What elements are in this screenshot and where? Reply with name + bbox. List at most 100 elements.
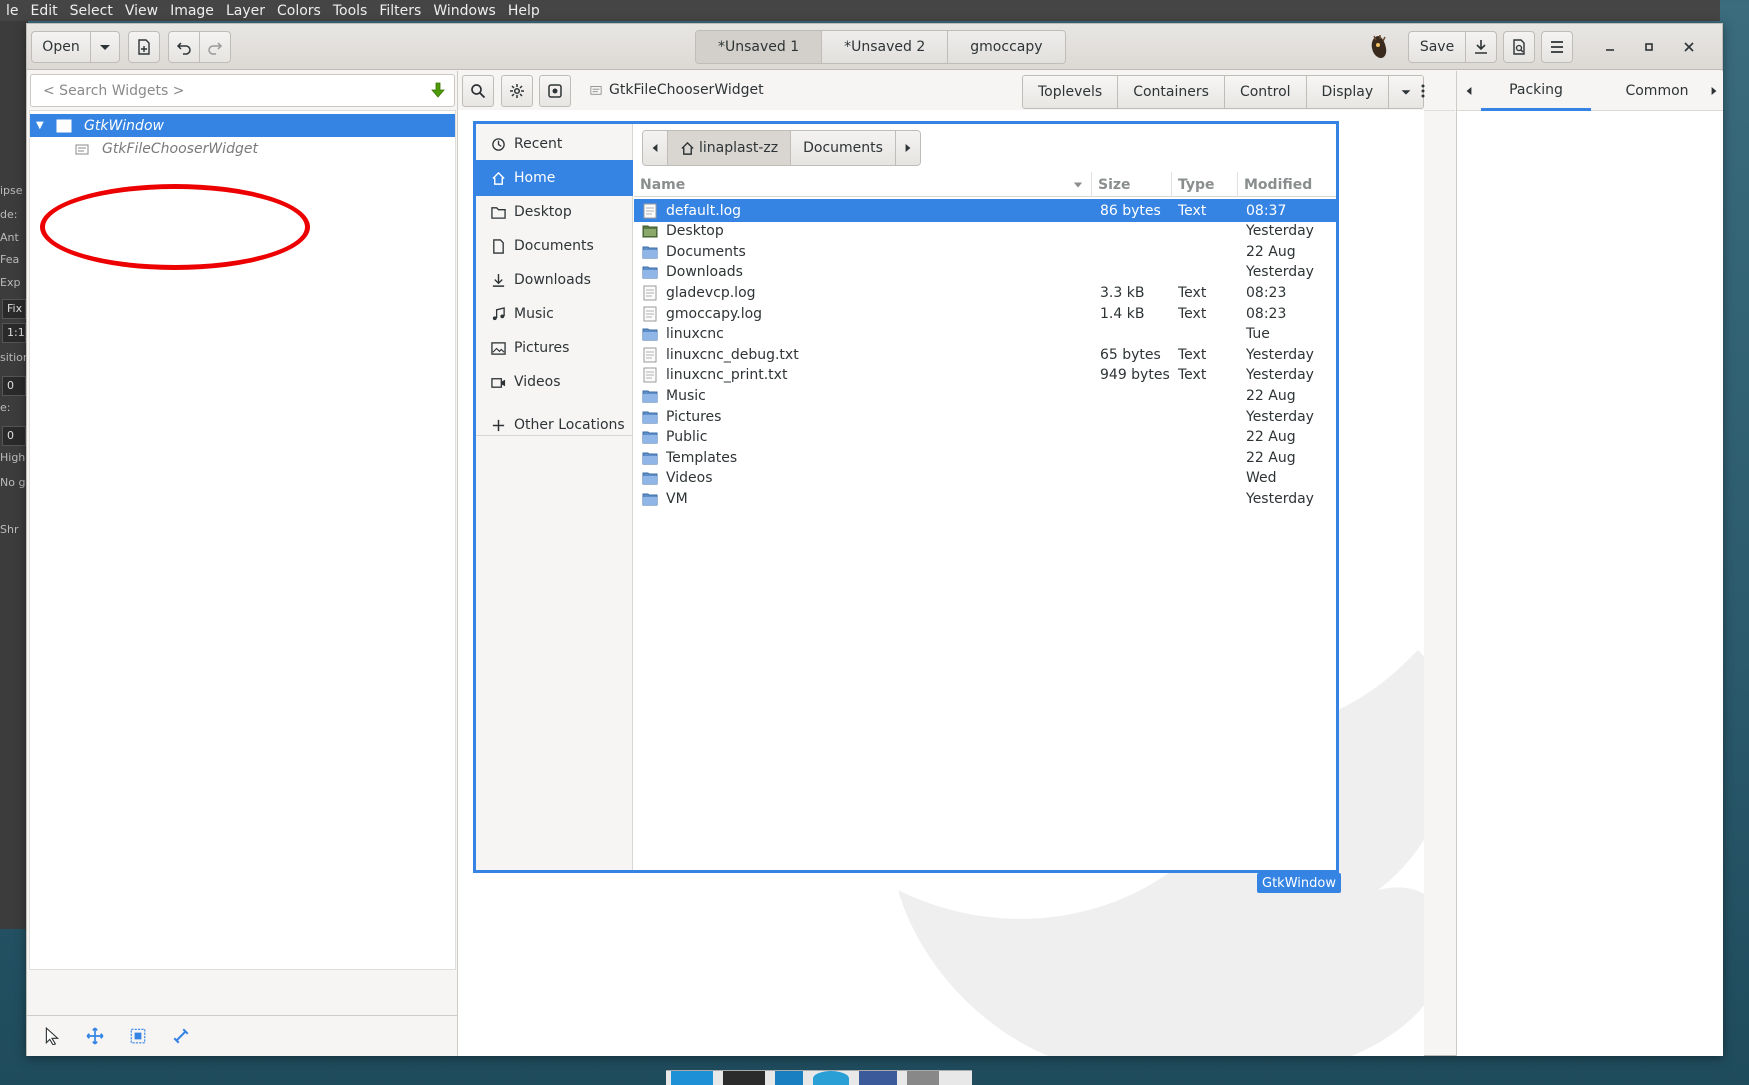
file-row[interactable]: Music 22 Aug	[634, 384, 1336, 407]
file-row[interactable]: Videos Wed	[634, 467, 1336, 490]
minimize-button[interactable]	[1599, 36, 1621, 58]
search-widgets-input[interactable]: < Search Widgets >	[30, 74, 455, 107]
gimp-tool-option[interactable]: 0	[2, 426, 26, 446]
gimp-menu-item[interactable]: Colors	[271, 3, 327, 19]
file-row[interactable]: Desktop Yesterday	[634, 220, 1336, 243]
clock-icon	[490, 136, 506, 152]
place-home[interactable]: Home	[476, 160, 633, 196]
file-row[interactable]: Pictures Yesterday	[634, 405, 1336, 428]
hamburger-menu-icon	[1551, 41, 1563, 53]
go-down-arrow-icon[interactable]	[430, 82, 446, 98]
gimp-menu-item[interactable]: le	[0, 3, 25, 19]
column-header-name[interactable]: Name	[634, 172, 1092, 197]
place-downloads[interactable]: Downloads	[476, 262, 633, 298]
tab-gmoccapy[interactable]: gmoccapy	[948, 31, 1065, 63]
redo-button[interactable]	[199, 31, 231, 63]
gimp-menu-item[interactable]: Select	[64, 3, 119, 19]
browser-icon[interactable]	[813, 1071, 849, 1085]
column-header-type[interactable]: Type	[1172, 172, 1238, 197]
place-pictures[interactable]: Pictures	[476, 330, 633, 366]
tab-packing[interactable]: Packing	[1481, 71, 1591, 111]
palette-tab-toplevels[interactable]: Toplevels	[1023, 76, 1119, 108]
tab-unsaved-1[interactable]: *Unsaved 1	[696, 31, 823, 63]
new-project-button[interactable]	[128, 31, 160, 63]
column-header-size[interactable]: Size	[1092, 172, 1172, 197]
text-file-icon	[643, 347, 657, 363]
margin-edit-mode-button[interactable]	[127, 1025, 149, 1047]
gimp-menu-item[interactable]: Tools	[327, 3, 374, 19]
gimp-menu-item[interactable]: View	[119, 3, 164, 19]
column-header-modified[interactable]: Modified	[1238, 172, 1336, 197]
path-forward-button[interactable]	[895, 131, 920, 165]
drag-resize-mode-button[interactable]	[84, 1025, 106, 1047]
search-icon	[471, 84, 486, 99]
gimp-menu-item[interactable]: Edit	[25, 3, 64, 19]
gimp-menu-item[interactable]: Help	[502, 3, 546, 19]
widget-preview-button[interactable]	[539, 75, 571, 107]
place-documents[interactable]: Documents	[476, 228, 633, 264]
file-row[interactable]: Templates 22 Aug	[634, 446, 1336, 469]
pointer-mode-button[interactable]	[41, 1025, 63, 1047]
files-icon[interactable]	[775, 1071, 803, 1085]
expander-arrow-icon[interactable]: ▼	[36, 120, 46, 131]
gimp-menu-item[interactable]: Layer	[220, 3, 271, 19]
place-music[interactable]: Music	[476, 296, 633, 332]
place-videos[interactable]: Videos	[476, 364, 633, 400]
gimp-menu-item[interactable]: Filters	[373, 3, 427, 19]
file-row[interactable]: gmoccapy.log 1.4 kB Text 08:23	[634, 302, 1336, 325]
place-label: Downloads	[514, 272, 591, 288]
close-button[interactable]	[1678, 36, 1700, 58]
gimp-tool-option: Shr	[0, 523, 19, 536]
terminal-icon[interactable]	[723, 1071, 765, 1085]
file-row[interactable]: linuxcnc_debug.txt 65 bytes Text Yesterday	[634, 343, 1336, 366]
gimp-tool-option[interactable]: 0	[2, 376, 26, 396]
maximize-icon	[1645, 43, 1653, 51]
place-desktop[interactable]: Desktop	[476, 194, 633, 230]
path-segment-home[interactable]: linaplast-zz	[668, 131, 792, 165]
path-segment-documents[interactable]: Documents	[791, 131, 896, 165]
file-row[interactable]: default.log 86 bytes Text 08:37	[634, 199, 1336, 222]
tree-row-gtkfilechooserwidget[interactable]: GtkFileChooserWidget	[30, 137, 455, 160]
alignment-edit-mode-button[interactable]	[170, 1025, 192, 1047]
preferences-button[interactable]	[501, 75, 533, 107]
palette-options-button[interactable]	[1407, 75, 1439, 107]
preview-button[interactable]	[1503, 31, 1535, 63]
undo-button[interactable]	[168, 31, 200, 63]
tabs-scroll-left-button[interactable]	[1459, 71, 1479, 111]
tree-row-gtkwindow[interactable]: ▼ GtkWindow	[30, 114, 455, 137]
file-row[interactable]: gladevcp.log 3.3 kB Text 08:23	[634, 281, 1336, 304]
place-recent[interactable]: Recent	[476, 126, 633, 162]
gimp-tool-option[interactable]: 1:1	[2, 323, 26, 343]
file-modified-cell: 22 Aug	[1246, 449, 1296, 466]
open-recent-dropdown-button[interactable]	[90, 31, 120, 63]
tab-common[interactable]: Common	[1597, 71, 1717, 111]
gimp-menu-item[interactable]: Windows	[427, 3, 502, 19]
gimp-menu-item[interactable]: Image	[164, 3, 220, 19]
file-row[interactable]: Public 22 Aug	[634, 426, 1336, 449]
palette-tab-control[interactable]: Control	[1224, 76, 1307, 108]
file-row[interactable]: linuxcnc Tue	[634, 323, 1336, 346]
save-button-label: Save	[1419, 39, 1455, 55]
file-size-cell: 86 bytes	[1100, 202, 1161, 219]
search-button[interactable]	[462, 75, 494, 107]
save-button[interactable]: Save	[1408, 31, 1466, 63]
window-list-icon[interactable]	[859, 1071, 897, 1085]
palette-tab-display[interactable]: Display	[1306, 76, 1390, 108]
tab-unsaved-2[interactable]: *Unsaved 2	[822, 31, 949, 63]
file-row[interactable]: linuxcnc_print.txt 949 bytes Text Yesterday	[634, 364, 1336, 387]
save-as-button[interactable]	[1465, 31, 1497, 63]
path-back-button[interactable]	[643, 131, 668, 165]
palette-tab-containers[interactable]: Containers	[1118, 76, 1225, 108]
place-other-locations[interactable]: Other Locations	[476, 407, 633, 443]
maximize-button[interactable]	[1638, 36, 1660, 58]
file-row[interactable]: VM Yesterday	[634, 487, 1336, 510]
taskbar-app-icon[interactable]	[671, 1071, 713, 1085]
gimp-tool-option[interactable]: Fix	[2, 299, 26, 319]
file-name-cell: Videos	[634, 470, 1092, 486]
main-menu-button[interactable]	[1541, 31, 1573, 63]
file-row[interactable]: Downloads Yesterday	[634, 261, 1336, 284]
file-row[interactable]: Documents 22 Aug	[634, 240, 1336, 263]
folder-icon[interactable]	[907, 1071, 939, 1085]
open-button[interactable]: Open	[31, 31, 91, 63]
tabs-scroll-right-button[interactable]	[1707, 71, 1721, 111]
